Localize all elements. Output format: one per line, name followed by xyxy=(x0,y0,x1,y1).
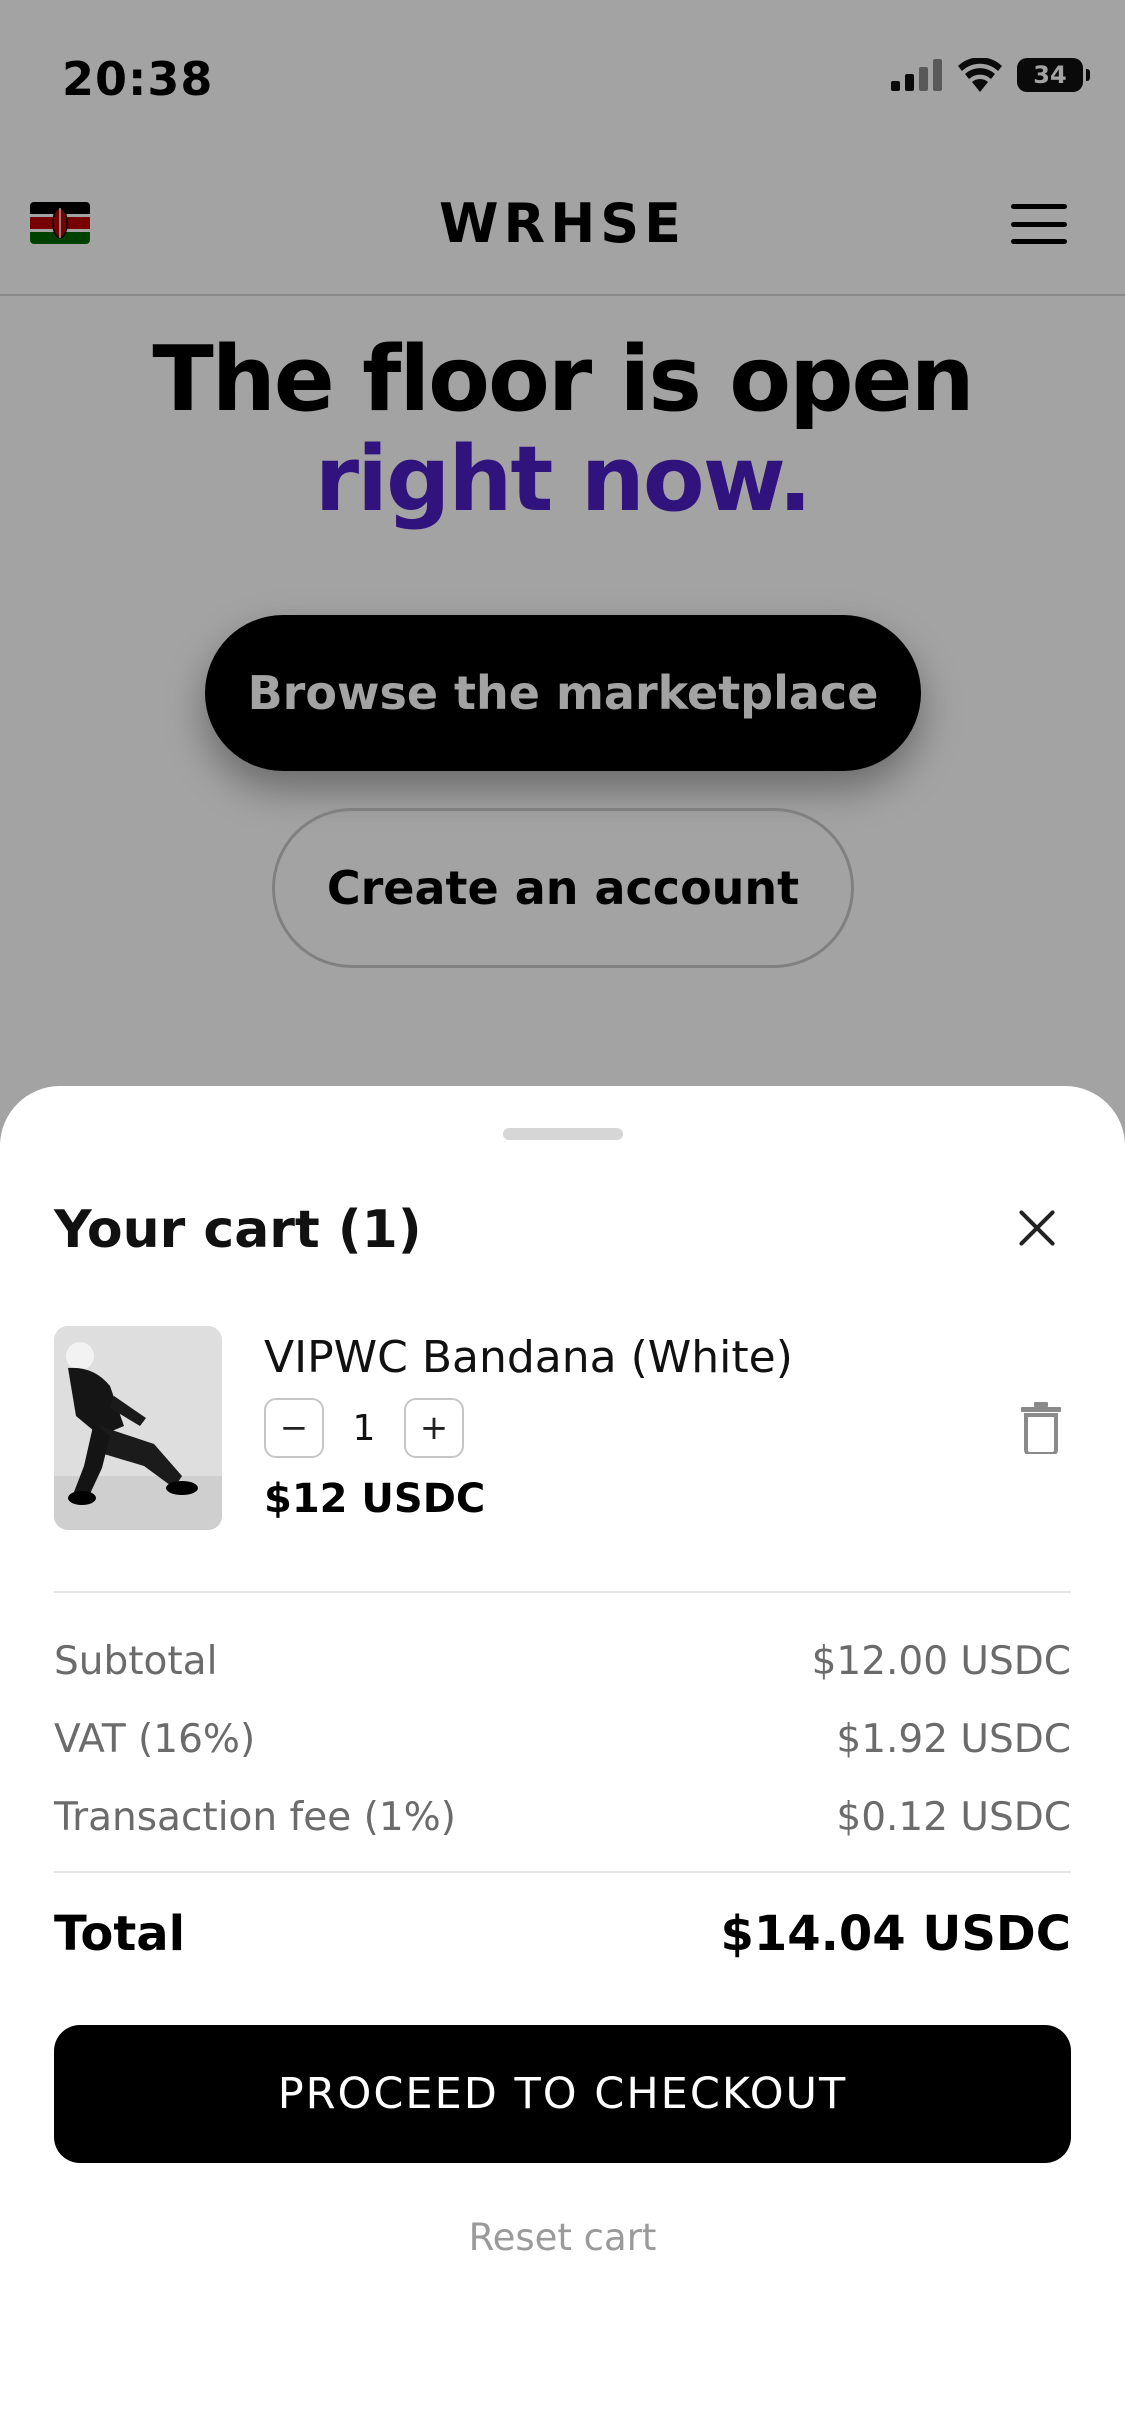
total-label: Total xyxy=(54,1906,186,1962)
cart-item: VIPWC Bandana (White) − 1 + $12 USDC xyxy=(54,1326,1071,1536)
reset-cart-link[interactable]: Reset cart xyxy=(0,2216,1125,2259)
decrement-button[interactable]: − xyxy=(264,1398,324,1458)
quantity-value: 1 xyxy=(352,1407,376,1449)
vat-label: VAT (16%) xyxy=(54,1717,256,1762)
cart-sheet: Your cart (1) VIPWC Bandana (White) − 1 … xyxy=(0,1086,1125,2436)
total-row: Total $14.04 USDC xyxy=(54,1906,1071,1962)
trash-icon[interactable] xyxy=(1021,1402,1061,1456)
vat-value: $1.92 USDC xyxy=(836,1717,1071,1762)
subtotal-label: Subtotal xyxy=(54,1639,218,1684)
sheet-grabber[interactable] xyxy=(503,1128,623,1140)
cart-title: Your cart (1) xyxy=(54,1200,422,1260)
product-thumbnail[interactable] xyxy=(54,1326,222,1530)
quantity-stepper: − 1 + xyxy=(264,1398,464,1458)
subtotal-value: $12.00 USDC xyxy=(811,1639,1071,1684)
page: 20:38 34 WRHSE The floor is open right n… xyxy=(0,0,1125,2436)
divider xyxy=(54,1871,1071,1873)
item-price: $12 USDC xyxy=(264,1476,486,1522)
vat-row: VAT (16%) $1.92 USDC xyxy=(54,1717,1071,1762)
close-icon[interactable] xyxy=(1017,1208,1057,1248)
fee-row: Transaction fee (1%) $0.12 USDC xyxy=(54,1795,1071,1840)
fee-value: $0.12 USDC xyxy=(836,1795,1071,1840)
fee-label: Transaction fee (1%) xyxy=(54,1795,456,1840)
item-name: VIPWC Bandana (White) xyxy=(264,1332,793,1383)
divider xyxy=(54,1591,1071,1593)
increment-button[interactable]: + xyxy=(404,1398,464,1458)
total-value: $14.04 USDC xyxy=(720,1906,1071,1962)
subtotal-row: Subtotal $12.00 USDC xyxy=(54,1639,1071,1684)
proceed-to-checkout-button[interactable]: PROCEED TO CHECKOUT xyxy=(54,2025,1071,2163)
